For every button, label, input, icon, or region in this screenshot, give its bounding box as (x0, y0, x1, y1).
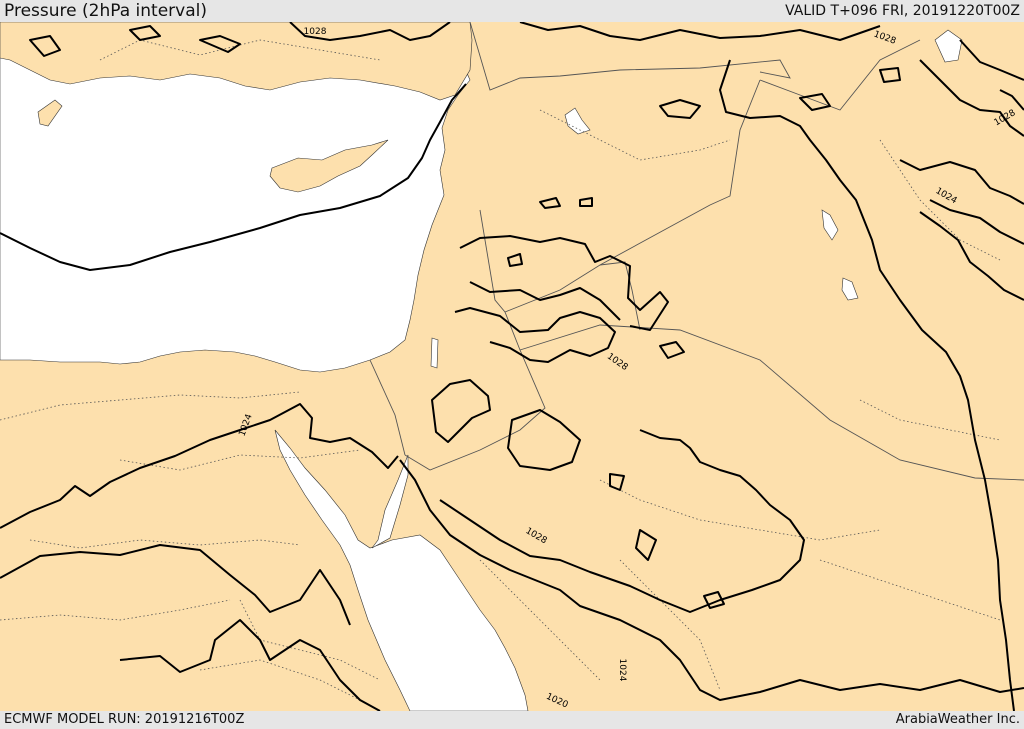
model-run: ECMWF MODEL RUN: 20191216T00Z (4, 712, 245, 727)
map-viewer: Pressure (2hPa interval) VALID T+096 FRI… (0, 0, 1024, 729)
map-area: 1028 1028 1028 1024 1024 1028 1028 1024 … (0, 22, 1024, 711)
isobar-label: 1028 (304, 27, 327, 37)
dead-sea (430, 337, 439, 369)
map-title: Pressure (2hPa interval) (4, 1, 207, 21)
credit: ArabiaWeather Inc. (895, 712, 1020, 727)
valid-time: VALID T+096 FRI, 20191220T00Z (785, 3, 1020, 19)
footer-bar: ECMWF MODEL RUN: 20191216T00Z ArabiaWeat… (0, 711, 1024, 729)
pressure-map: 1028 1028 1028 1024 1024 1028 1028 1024 … (0, 22, 1024, 711)
isobar-label: 1024 (617, 659, 627, 682)
header-bar: Pressure (2hPa interval) VALID T+096 FRI… (0, 0, 1024, 22)
